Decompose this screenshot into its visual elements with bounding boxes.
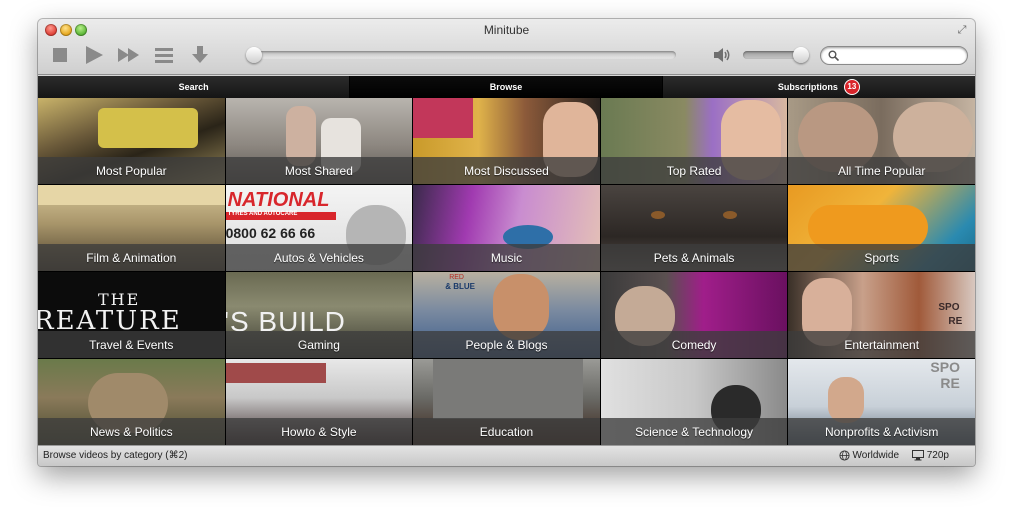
tab-subscriptions-label: Subscriptions (777, 82, 838, 92)
category-tile-film-animation[interactable]: Film & Animation (38, 185, 225, 271)
list-icon (155, 48, 173, 63)
tab-search[interactable]: Search (38, 76, 351, 98)
volume-slider[interactable] (743, 47, 809, 63)
category-label: Entertainment (788, 331, 975, 358)
play-button[interactable] (81, 44, 107, 66)
category-label: Howto & Style (225, 418, 413, 445)
region-label: Worldwide (852, 450, 900, 461)
tab-bar: Search Browse Subscriptions 13 (38, 76, 975, 98)
category-label: Nonprofits & Activism (788, 418, 975, 445)
category-tile-entertainment[interactable]: SPO RE Entertainment (788, 272, 975, 358)
category-tile-autos-vehicles[interactable]: NATIONAL TYRES AND AUTOCARE 0800 62 66 6… (225, 185, 413, 271)
thumb-text: RE (948, 316, 963, 327)
thumb-text: RE (940, 375, 960, 391)
category-label: News & Politics (38, 418, 225, 445)
list-button[interactable] (151, 44, 177, 66)
category-tile-sports[interactable]: Sports (788, 185, 975, 271)
category-tile-pets-animals[interactable]: Pets & Animals (600, 185, 788, 271)
category-label: Gaming (225, 331, 413, 358)
app-window: Minitube ⤢ Search Browse Subscriptions 1… (38, 19, 975, 466)
category-tile-education[interactable]: Education (413, 359, 600, 445)
category-tile-comedy[interactable]: Comedy (600, 272, 788, 358)
category-label: Pets & Animals (600, 244, 788, 271)
category-tile-music[interactable]: Music (413, 185, 600, 271)
tab-search-label: Search (178, 82, 209, 92)
category-tile-top-rated[interactable]: Top Rated (600, 98, 788, 184)
category-label: Comedy (600, 331, 788, 358)
category-label: All Time Popular (788, 157, 975, 184)
category-label: Music (413, 244, 600, 271)
tab-browse-label: Browse (489, 82, 523, 92)
thumb-shape (98, 108, 198, 148)
thumb-shape (433, 359, 584, 419)
category-label: Education (413, 418, 600, 445)
category-label: Top Rated (600, 157, 788, 184)
seek-handle[interactable] (246, 47, 262, 63)
fullscreen-icon[interactable]: ⤢ (955, 23, 969, 37)
category-tile-travel-events[interactable]: THE REATURE Travel & Events (38, 272, 225, 358)
category-label: People & Blogs (413, 331, 600, 358)
search-input[interactable] (841, 48, 961, 63)
category-tile-most-discussed[interactable]: Most Discussed (413, 98, 600, 184)
category-tile-howto-style[interactable]: Howto & Style (225, 359, 413, 445)
tab-subscriptions[interactable]: Subscriptions 13 (662, 76, 975, 98)
toolbar: Minitube ⤢ (38, 19, 975, 75)
status-text: Browse videos by category (⌘2) (43, 450, 188, 461)
stop-button[interactable] (47, 44, 73, 66)
thumb-text: TYRES AND AUTOCARE (227, 211, 298, 217)
category-tile-nonprofits-activism[interactable]: SPO RE Nonprofits & Activism (788, 359, 975, 445)
category-tile-news-politics[interactable]: News & Politics (38, 359, 225, 445)
thumb-text: SPO (938, 302, 960, 313)
category-label: Most Shared (225, 157, 413, 184)
category-tile-most-popular[interactable]: Most Popular (38, 98, 225, 184)
download-button[interactable] (187, 44, 213, 66)
thumb-shape (722, 211, 737, 219)
region-selector[interactable]: Worldwide (838, 450, 900, 461)
subscriptions-count-badge: 13 (843, 79, 860, 95)
monitor-icon (911, 450, 924, 461)
globe-icon (838, 450, 850, 461)
seek-slider[interactable] (246, 47, 676, 63)
category-label: Most Discussed (413, 157, 600, 184)
category-tile-gaming[interactable]: 'S BUILD Gaming (225, 272, 413, 358)
quality-label: 720p (926, 450, 949, 461)
play-icon (86, 46, 103, 64)
category-label: Film & Animation (38, 244, 225, 271)
thumb-text: 0800 62 66 66 (225, 225, 316, 241)
thumb-text: & BLUE (445, 282, 475, 291)
thumb-shape (38, 185, 225, 205)
tab-browse[interactable]: Browse (350, 76, 663, 98)
thumb-text: SPO (930, 359, 960, 375)
category-label: Autos & Vehicles (225, 244, 413, 271)
category-label: Most Popular (38, 157, 225, 184)
volume-handle[interactable] (793, 47, 809, 63)
category-tile-all-time-popular[interactable]: All Time Popular (788, 98, 975, 184)
category-label: Travel & Events (38, 331, 225, 358)
category-label: Sports (788, 244, 975, 271)
thumb-text: NATIONAL (227, 189, 330, 211)
thumb-shape (413, 98, 474, 138)
skip-icon (118, 48, 139, 62)
category-tile-most-shared[interactable]: Most Shared (225, 98, 413, 184)
search-box[interactable] (820, 46, 968, 65)
stop-icon (53, 48, 67, 62)
download-icon (192, 46, 208, 63)
category-tile-people-blogs[interactable]: RED & BLUE People & Blogs (413, 272, 600, 358)
skip-button[interactable] (116, 44, 142, 66)
thumb-text: RED (449, 274, 464, 281)
status-bar: Browse videos by category (⌘2) Worldwide… (38, 445, 975, 466)
volume-icon[interactable] (714, 47, 732, 63)
quality-selector[interactable]: 720p (911, 450, 949, 461)
category-label: Science & Technology (600, 418, 788, 445)
category-grid: Most Popular Most Shared Most Discussed … (38, 98, 975, 445)
search-icon (828, 50, 839, 61)
thumb-shape (828, 377, 865, 423)
thumb-shape (225, 363, 326, 383)
category-tile-science-technology[interactable]: Science & Technology (600, 359, 788, 445)
window-title: Minitube (483, 23, 530, 37)
thumb-shape (650, 211, 665, 219)
